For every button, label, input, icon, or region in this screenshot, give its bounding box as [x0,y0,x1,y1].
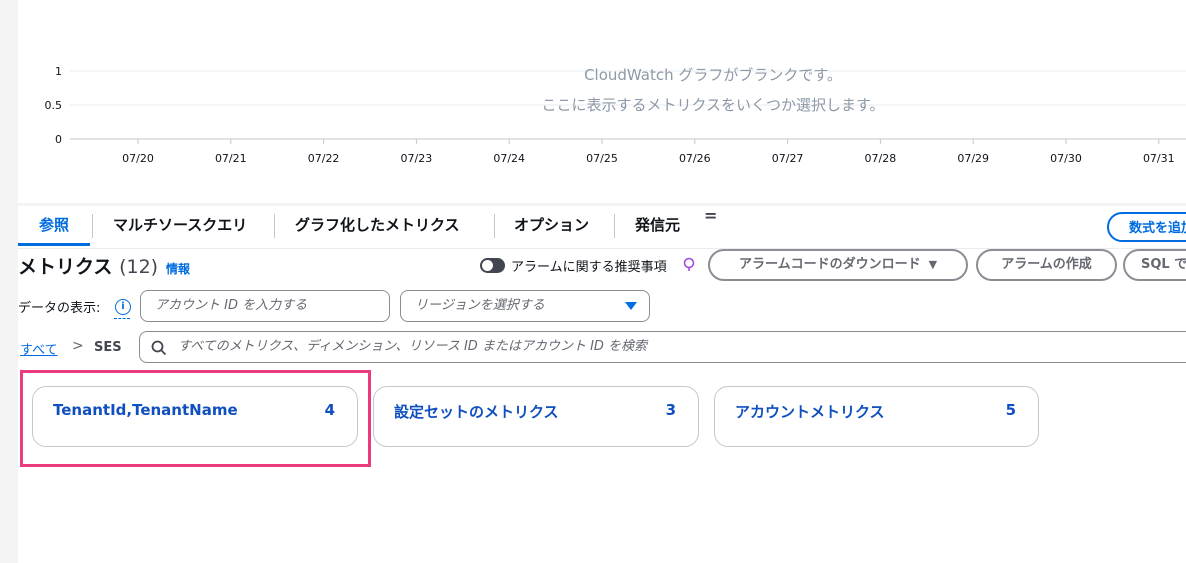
blank-line-2: ここに表示するメトリクスをいくつか選択します。 [541,96,885,114]
tab-divider [494,214,495,238]
search-icon [151,340,167,356]
info-link[interactable]: 情報 [166,260,190,277]
card-title: アカウントメトリクス [735,403,885,421]
display-data-label: データの表示: [18,301,101,316]
alarm-recommendations-toggle[interactable] [480,258,505,273]
dropdown-arrow-icon [625,302,637,310]
download-alarm-code-label: アラームコードのダウンロード [738,257,921,272]
region-select-placeholder: リージョンを選択する [415,298,545,313]
create-alarm-button[interactable]: アラームの作成 [976,249,1117,281]
info-icon[interactable]: i [115,299,131,315]
x-tick-label: 07/30 [1050,152,1082,165]
x-tick-label: 07/31 [1143,152,1175,165]
tab-divider [274,214,275,238]
x-tick-label: 07/22 [308,152,340,165]
breadcrumb-all[interactable]: すべて [20,339,58,358]
download-alarm-code-button[interactable]: アラームコードのダウンロード ▼ [708,249,968,281]
x-tick-label: 07/21 [215,152,247,165]
y-tick: 0 [55,133,62,146]
alarm-recommendations-label: アラームに関する推奨事項 [511,260,667,275]
metrics-heading: メトリクス (12) [18,252,158,279]
namespace-card-account[interactable]: アカウントメトリクス 5 [714,386,1039,447]
highlight-box [20,370,371,467]
x-tick-label: 07/24 [493,152,525,165]
tab-options[interactable]: オプション [514,206,589,246]
lightbulb-icon [683,257,695,271]
tab-browse[interactable]: 参照 [18,206,90,246]
namespace-card-config-set[interactable]: 設定セットのメトリクス 3 [373,386,699,447]
metrics-panel: 参照 マルチソースクエリ グラフ化したメトリクス オプション 発信元 = 数式を… [18,206,1186,563]
card-count: 5 [1005,401,1016,419]
region-select[interactable]: リージョンを選択する [400,290,650,322]
tab-graphed-metrics[interactable]: グラフ化したメトリクス [295,206,460,246]
x-tick-label: 07/28 [865,152,897,165]
tab-bar: 参照 マルチソースクエリ グラフ化したメトリクス オプション 発信元 = 数式を… [18,206,1186,249]
x-tick-label: 07/25 [586,152,618,165]
tab-source[interactable]: 発信元 [635,206,680,246]
card-count: 3 [665,401,676,419]
x-tick-label: 07/20 [122,152,154,165]
blank-line-1: CloudWatch グラフがブランクです。 [584,66,842,84]
toggle-knob [482,260,493,271]
chevron-right-icon: > [72,338,84,354]
x-tick-label: 07/29 [957,152,989,165]
y-tick: 0.5 [45,99,63,112]
blank-graph-message: CloudWatch グラフがブランクです。 ここに表示するメトリクスをいくつか… [348,60,1078,120]
metrics-search-input[interactable]: すべてのメトリクス、ディメンション、リソース ID またはアカウント ID を検… [139,331,1186,363]
x-tick-label: 07/27 [772,152,804,165]
add-math-button[interactable]: 数式を追加 [1107,212,1186,242]
x-tick-label: 07/26 [679,152,711,165]
info-underline [114,318,130,319]
breadcrumb-current: SES [94,340,122,355]
tab-menu-icon[interactable]: = [704,206,717,225]
tab-divider [614,214,615,238]
page-title: メトリクス [18,256,113,278]
y-tick: 1 [55,65,62,78]
sql-button[interactable]: SQL で [1123,249,1186,281]
x-tick-label: 07/23 [401,152,433,165]
metrics-count: (12) [119,256,159,278]
tab-divider [92,214,93,238]
tab-multi-source-query[interactable]: マルチソースクエリ [113,206,247,246]
card-title: 設定セットのメトリクス [394,403,559,421]
graph-panel: 1 0.5 0 07/20 07/21 07/22 07/23 07/24 07/25 07… [18,0,1186,203]
caret-down-icon: ▼ [928,258,938,271]
account-id-input[interactable]: アカウント ID を入力する [140,290,390,322]
